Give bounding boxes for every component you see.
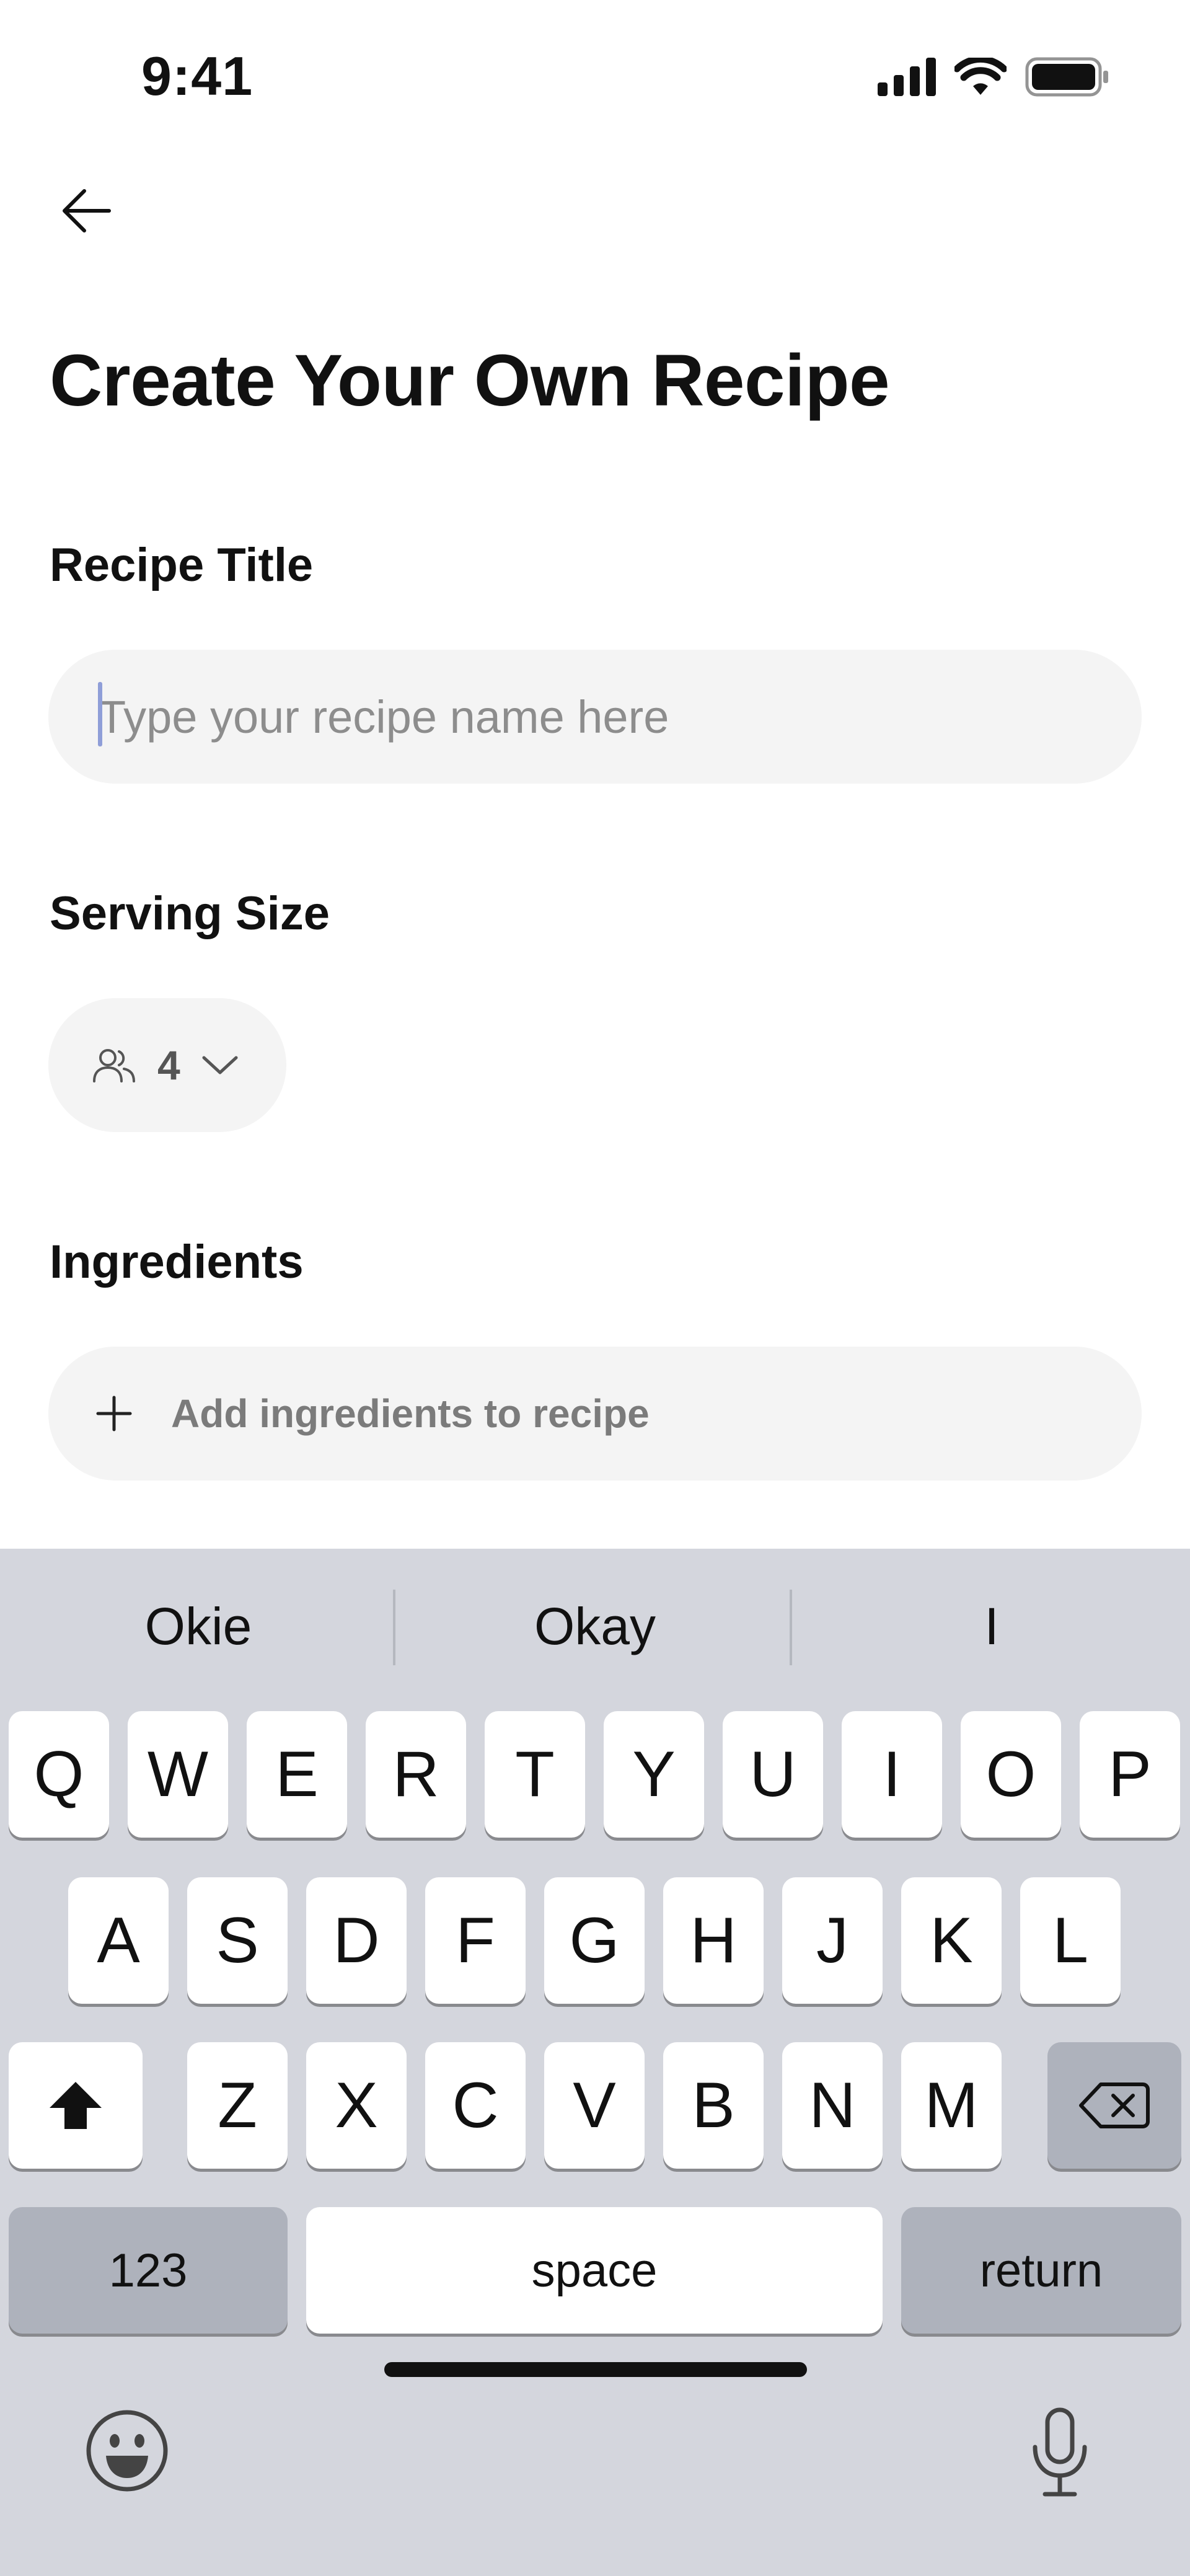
key-w[interactable]: W: [128, 1711, 228, 1838]
keyboard: Okie Okay I Q W E R T Y U I O P A S D F …: [0, 1549, 1190, 2576]
recipe-title-label: Recipe Title: [50, 539, 314, 591]
chevron-down-icon: [202, 1056, 238, 1074]
key-i[interactable]: I: [842, 1711, 942, 1838]
emoji-icon: [86, 2410, 168, 2492]
key-p[interactable]: P: [1080, 1711, 1180, 1838]
key-g[interactable]: G: [544, 1877, 645, 2004]
shift-key[interactable]: [9, 2042, 143, 2169]
key-a[interactable]: A: [68, 1877, 169, 2004]
page-title: Create Your Own Recipe: [50, 340, 890, 422]
space-key[interactable]: space: [306, 2207, 883, 2334]
return-key[interactable]: return: [901, 2207, 1181, 2334]
key-d[interactable]: D: [306, 1877, 407, 2004]
plus-icon: [96, 1396, 132, 1432]
numbers-key[interactable]: 123: [9, 2207, 288, 2334]
serving-size-label: Serving Size: [50, 887, 330, 940]
suggestion-item[interactable]: Okie: [12, 1586, 384, 1666]
microphone-icon: [1033, 2407, 1087, 2497]
suggestion-divider: [393, 1590, 395, 1665]
suggestion-item[interactable]: Okay: [409, 1586, 781, 1666]
status-bar: 9:41: [0, 0, 1190, 155]
dictation-button[interactable]: [1016, 2403, 1103, 2502]
suggestion-item[interactable]: I: [806, 1586, 1178, 1666]
home-indicator: [384, 2362, 807, 2377]
wifi-icon: [954, 58, 1007, 95]
key-o[interactable]: O: [961, 1711, 1061, 1838]
people-icon: [93, 1049, 135, 1082]
arrow-left-icon: [63, 189, 111, 232]
key-t[interactable]: T: [485, 1711, 585, 1838]
serving-size-value: 4: [157, 1042, 180, 1088]
recipe-title-input[interactable]: [98, 690, 1142, 743]
key-m[interactable]: M: [901, 2042, 1002, 2169]
backspace-icon: [1079, 2082, 1150, 2128]
key-n[interactable]: N: [782, 2042, 883, 2169]
key-u[interactable]: U: [723, 1711, 823, 1838]
key-v[interactable]: V: [544, 2042, 645, 2169]
key-c[interactable]: C: [425, 2042, 526, 2169]
ingredients-label: Ingredients: [50, 1236, 304, 1288]
text-cursor: [98, 682, 102, 746]
key-b[interactable]: B: [663, 2042, 764, 2169]
shift-icon: [50, 2082, 102, 2129]
add-ingredients-button[interactable]: Add ingredients to recipe: [48, 1347, 1142, 1481]
recipe-title-field[interactable]: [48, 650, 1142, 784]
key-e[interactable]: E: [247, 1711, 347, 1838]
backspace-key[interactable]: [1047, 2042, 1181, 2169]
serving-size-dropdown[interactable]: 4: [48, 998, 286, 1132]
suggestion-divider: [790, 1590, 792, 1665]
key-l[interactable]: L: [1020, 1877, 1121, 2004]
suggestion-bar: Okie Okay I: [0, 1549, 1190, 1704]
battery-icon: [1025, 57, 1108, 97]
key-q[interactable]: Q: [9, 1711, 109, 1838]
key-r[interactable]: R: [366, 1711, 466, 1838]
emoji-button[interactable]: [81, 2404, 174, 2497]
cellular-signal-icon: [878, 58, 936, 96]
key-s[interactable]: S: [187, 1877, 288, 2004]
key-h[interactable]: H: [663, 1877, 764, 2004]
key-f[interactable]: F: [425, 1877, 526, 2004]
key-x[interactable]: X: [306, 2042, 407, 2169]
key-j[interactable]: J: [782, 1877, 883, 2004]
key-y[interactable]: Y: [604, 1711, 704, 1838]
key-z[interactable]: Z: [187, 2042, 288, 2169]
status-time: 9:41: [141, 45, 253, 107]
add-ingredients-label: Add ingredients to recipe: [171, 1391, 650, 1436]
status-icons: [878, 57, 1109, 97]
key-k[interactable]: K: [901, 1877, 1002, 2004]
back-button[interactable]: [50, 174, 124, 248]
